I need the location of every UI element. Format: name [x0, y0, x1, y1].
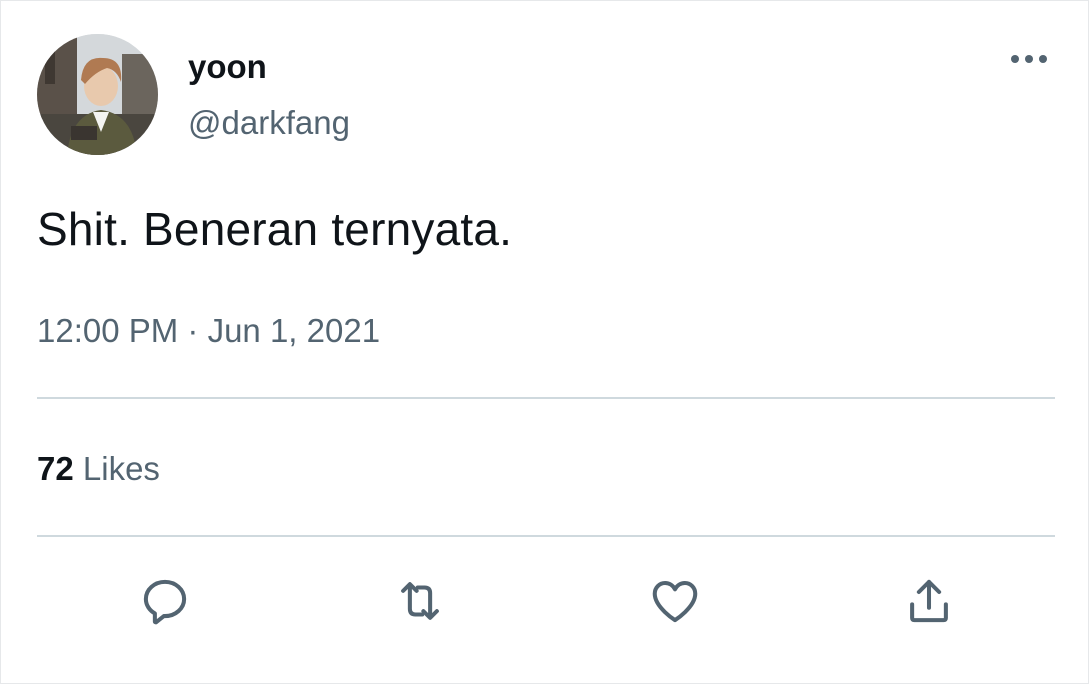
- tweet-card: yoon @darkfang Shit. Beneran ternyata. 1…: [0, 0, 1089, 684]
- retweet-icon: [401, 582, 439, 620]
- action-bar: [1, 569, 1089, 633]
- more-options-button[interactable]: [1005, 47, 1053, 71]
- tweet-timestamp[interactable]: 12:00 PM · Jun 1, 2021: [37, 312, 380, 350]
- share-icon: [910, 579, 948, 623]
- divider: [37, 535, 1055, 537]
- tweet-text: Shit. Beneran ternyata.: [37, 203, 513, 255]
- avatar[interactable]: [37, 34, 158, 155]
- retweet-button[interactable]: [388, 569, 452, 633]
- likes-count: 72: [37, 450, 74, 487]
- likes-label: Likes: [82, 450, 160, 487]
- likes-stat[interactable]: 72 Likes: [37, 450, 160, 488]
- share-button[interactable]: [897, 569, 961, 633]
- user-handle[interactable]: @darkfang: [188, 104, 350, 142]
- more-horizontal-icon: [1011, 55, 1047, 63]
- divider: [37, 397, 1055, 399]
- display-name[interactable]: yoon: [188, 48, 267, 86]
- like-button[interactable]: [643, 569, 707, 633]
- heart-icon: [652, 580, 698, 623]
- reply-icon: [143, 579, 187, 625]
- profile-photo: [37, 34, 158, 155]
- reply-button[interactable]: [133, 569, 197, 633]
